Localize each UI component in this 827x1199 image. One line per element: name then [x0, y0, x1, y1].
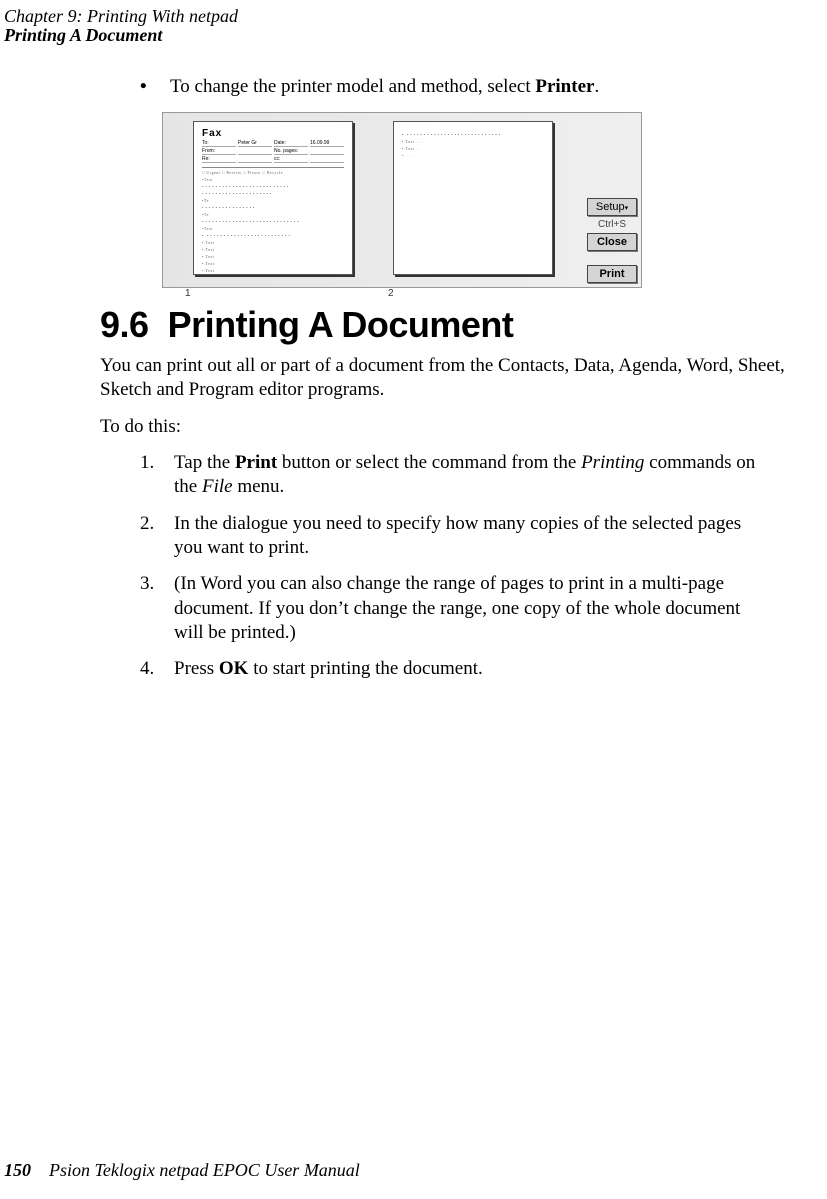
setup-button[interactable]: Setup▾ — [587, 198, 637, 216]
print-preview-screenshot: Fax To:Peter GrDate:16.09.99 From:No. pa… — [162, 112, 642, 288]
content-area: • To change the printer model and method… — [0, 46, 827, 681]
step-item: 2.In the dialogue you need to specify ho… — [140, 512, 807, 561]
step-body: In the dialogue you need to specify how … — [174, 512, 807, 561]
step-body: Tap the Print button or select the comma… — [174, 451, 807, 500]
step-number: 2. — [140, 512, 174, 561]
step-body: Press OK to start printing the document. — [174, 657, 807, 681]
fax-title: Fax — [202, 128, 344, 139]
lead-in: To do this: — [100, 415, 807, 439]
step-item: 4.Press OK to start printing the documen… — [140, 657, 807, 681]
close-button[interactable]: Close — [587, 233, 637, 251]
preview-pages: Fax To:Peter GrDate:16.09.99 From:No. pa… — [163, 113, 583, 287]
step-number: 4. — [140, 657, 174, 681]
footer-title: Psion Teklogix netpad EPOC User Manual — [49, 1160, 360, 1180]
page-footer: 150 Psion Teklogix netpad EPOC User Manua… — [4, 1160, 360, 1181]
step-number: 3. — [140, 572, 174, 645]
bullet-marker: • — [140, 76, 170, 98]
section-label: Printing A Document — [0, 25, 827, 46]
step-number: 1. — [140, 451, 174, 500]
page-number: 150 — [4, 1160, 31, 1180]
checkbox-row: □ Urgent □ Review □ Please □ Recycle — [202, 170, 344, 175]
steps-list: 1.Tap the Print button or select the com… — [100, 451, 807, 682]
intro-paragraph: You can print out all or part of a docum… — [100, 354, 807, 403]
side-button-panel: Setup▾ Ctrl+S Close Print — [583, 113, 641, 287]
page-number-1: 1 — [185, 288, 191, 299]
bullet-item: • To change the printer model and method… — [140, 76, 807, 98]
section-heading: 9.6 Printing A Document — [100, 304, 807, 346]
chapter-label: Chapter 9: Printing With netpad — [0, 6, 827, 27]
print-button[interactable]: Print — [587, 265, 637, 283]
page-number-2: 2 — [388, 288, 394, 299]
step-item: 1.Tap the Print button or select the com… — [140, 451, 807, 500]
preview-page-1: Fax To:Peter GrDate:16.09.99 From:No. pa… — [193, 121, 353, 275]
bullet-text: To change the printer model and method, … — [170, 76, 599, 98]
step-item: 3.(In Word you can also change the range… — [140, 572, 807, 645]
preview-page-2: •. • • • • • • • • • • • • • • • • • • •… — [393, 121, 553, 275]
setup-shortcut: Ctrl+S — [587, 218, 637, 231]
step-body: (In Word you can also change the range o… — [174, 572, 807, 645]
page-header: Chapter 9: Printing With netpad Printing… — [0, 0, 827, 46]
